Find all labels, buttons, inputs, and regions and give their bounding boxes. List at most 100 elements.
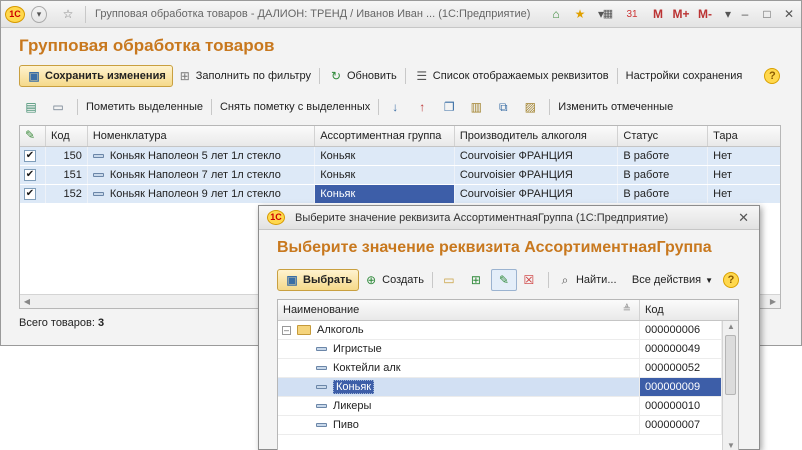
cell-group-selected[interactable]: Коньяк — [315, 185, 455, 203]
move-button[interactable]: ⧉ — [491, 96, 518, 118]
cell-group[interactable]: Коньяк — [315, 166, 455, 184]
save-icon: ▣ — [28, 69, 40, 83]
clipboard-button[interactable]: ▨ — [518, 96, 545, 118]
select-button[interactable]: ▣ Выбрать — [277, 269, 360, 291]
refresh-button[interactable]: ↻ Обновить — [324, 65, 401, 87]
paste-button[interactable]: ▥ — [464, 96, 491, 118]
scroll-thumb[interactable] — [725, 335, 736, 395]
row-checkbox[interactable]: ✔ — [20, 185, 46, 203]
select-icon: ▣ — [286, 273, 298, 287]
clipboard-icon: ▨ — [524, 100, 536, 114]
checkbox-checked-icon: ✔ — [24, 188, 36, 201]
home-icon[interactable]: ⌂ — [547, 6, 565, 23]
calendar-icon[interactable]: 31 — [623, 6, 641, 23]
dialog-app-logo-icon: 1С — [267, 210, 285, 225]
dialog-close-icon[interactable]: ✕ — [738, 210, 749, 226]
table-row[interactable]: ✔ 152 Коньяк Наполеон 9 лет 1л стекло Ко… — [20, 185, 780, 204]
cell-name: – Алкоголь — [278, 321, 640, 339]
sort-desc-button[interactable]: ↑ — [410, 96, 437, 118]
cell-producer: Courvoisier ФРАНЦИЯ — [455, 166, 619, 184]
select-label: Выбрать — [303, 274, 353, 286]
column-kod-header[interactable]: Код — [46, 126, 88, 146]
cell-group[interactable]: Коньяк — [315, 147, 455, 165]
check-all-button[interactable]: ▤ — [19, 96, 46, 118]
column-kod-header[interactable]: Код — [640, 300, 722, 320]
close-icon[interactable]: ✕ — [781, 6, 797, 23]
window-menu-icon[interactable]: ▾ — [721, 6, 735, 23]
column-tara-header[interactable]: Тара — [708, 126, 780, 146]
dialog-window-title: Выберите значение реквизита Ассортиментн… — [295, 212, 669, 224]
favorites-star-icon[interactable]: ☆ — [59, 6, 77, 23]
change-marked-button[interactable]: Изменить отмеченные — [554, 96, 677, 118]
main-toolbar: ▣ Сохранить изменения ⊞ Заполнить по фил… — [19, 65, 781, 87]
cell-status: В работе — [618, 185, 709, 203]
unmark-selected-button[interactable]: Снять пометку с выделенных — [216, 96, 374, 118]
app-logo-icon[interactable]: 1С — [5, 6, 25, 23]
list-item[interactable]: Коктейли алк 000000052 — [278, 359, 738, 378]
uncheck-all-button[interactable]: ▭ — [46, 96, 73, 118]
list-item[interactable]: – Алкоголь 000000006 — [278, 321, 738, 340]
scroll-down-icon[interactable]: ▼ — [723, 440, 738, 450]
list-item[interactable]: Ликеры 000000010 — [278, 397, 738, 416]
row-checkbox[interactable]: ✔ — [20, 147, 46, 165]
create-button[interactable]: ⊕ Создать — [359, 269, 428, 291]
copy-button[interactable]: ❐ — [437, 96, 464, 118]
column-name-header[interactable]: Наименование ≜ — [278, 300, 640, 320]
cell-name-text: Ликеры — [333, 400, 372, 412]
copy-item-button[interactable]: ⊞ — [464, 269, 491, 291]
column-group-header[interactable]: Ассортиментная группа — [315, 126, 455, 146]
sort-asc-button[interactable]: ↓ — [383, 96, 410, 118]
list-item-selected[interactable]: Коньяк 000000009 — [278, 378, 738, 397]
row-checkbox[interactable]: ✔ — [20, 166, 46, 184]
cell-name-text: Игристые — [333, 343, 382, 355]
find-button[interactable]: ⌕ Найти... — [553, 269, 621, 291]
memory-minus-button[interactable]: M- — [695, 6, 715, 23]
create-label: Создать — [382, 274, 424, 286]
memory-m-button[interactable]: M — [651, 6, 665, 23]
calculator-icon[interactable]: ▦ — [599, 6, 617, 23]
toolbar-separator — [549, 99, 551, 115]
column-producer-header[interactable]: Производитель алкоголя — [455, 126, 619, 146]
delete-button[interactable]: ☒ — [517, 269, 544, 291]
collapse-icon[interactable]: – — [282, 325, 291, 335]
select-group-dialog: 1С Выберите значение реквизита Ассортиме… — [258, 205, 760, 450]
attributes-list-button[interactable]: ☰ Список отображаемых реквизитов — [410, 65, 613, 87]
list-item[interactable]: Игристые 000000049 — [278, 340, 738, 359]
fill-by-filter-button[interactable]: ⊞ Заполнить по фильтру — [173, 65, 315, 87]
column-nomenclature-header[interactable]: Номенклатура — [88, 126, 316, 146]
cell-name: Пиво — [278, 416, 640, 434]
create-folder-button[interactable]: ▭ — [437, 269, 464, 291]
scroll-right-icon[interactable]: ▶ — [766, 296, 780, 308]
table-row[interactable]: ✔ 150 Коньяк Наполеон 5 лет 1л стекло Ко… — [20, 147, 780, 166]
folder-icon — [297, 325, 311, 336]
all-actions-button[interactable]: Все действия ▼ — [628, 269, 717, 291]
item-icon — [316, 347, 327, 352]
list-item[interactable]: Пиво 000000007 — [278, 416, 738, 435]
mark-selected-button[interactable]: Пометить выделенные — [82, 96, 207, 118]
checkbox-checked-icon: ✔ — [24, 169, 36, 182]
help-button[interactable]: ? — [764, 68, 781, 84]
column-status-header[interactable]: Статус — [618, 126, 709, 146]
mark-selected-label: Пометить выделенные — [86, 101, 203, 113]
edit-button[interactable]: ✎ — [490, 269, 517, 291]
vertical-scrollbar[interactable]: ▲ ▼ — [722, 321, 738, 450]
column-check-header[interactable]: ✎ — [20, 126, 46, 146]
dialog-help-button[interactable]: ? — [723, 272, 739, 288]
scroll-up-icon[interactable]: ▲ — [723, 321, 738, 333]
menu-dropdown-icon[interactable]: ▾ — [31, 6, 47, 23]
save-settings-button[interactable]: Настройки сохранения — [622, 65, 747, 87]
maximize-icon[interactable]: □ — [759, 6, 775, 23]
minimize-icon[interactable]: – — [737, 6, 753, 23]
column-name-label: Наименование — [283, 304, 360, 316]
total-footer: Всего товаров: 3 — [19, 317, 104, 329]
item-icon — [92, 173, 104, 178]
item-icon — [316, 385, 327, 390]
memory-plus-button[interactable]: M+ — [671, 6, 691, 23]
table-row[interactable]: ✔ 151 Коньяк Наполеон 7 лет 1л стекло Ко… — [20, 166, 780, 185]
title-bar: 1С ▾ ☆ Групповая обработка товаров - ДАЛ… — [1, 1, 801, 28]
cell-kod: 152 — [46, 185, 88, 203]
scroll-left-icon[interactable]: ◀ — [20, 296, 34, 308]
create-plus-icon: ⊕ — [366, 273, 377, 287]
save-changes-button[interactable]: ▣ Сохранить изменения — [19, 65, 173, 87]
favorites-icon[interactable]: ★ — [571, 6, 589, 23]
